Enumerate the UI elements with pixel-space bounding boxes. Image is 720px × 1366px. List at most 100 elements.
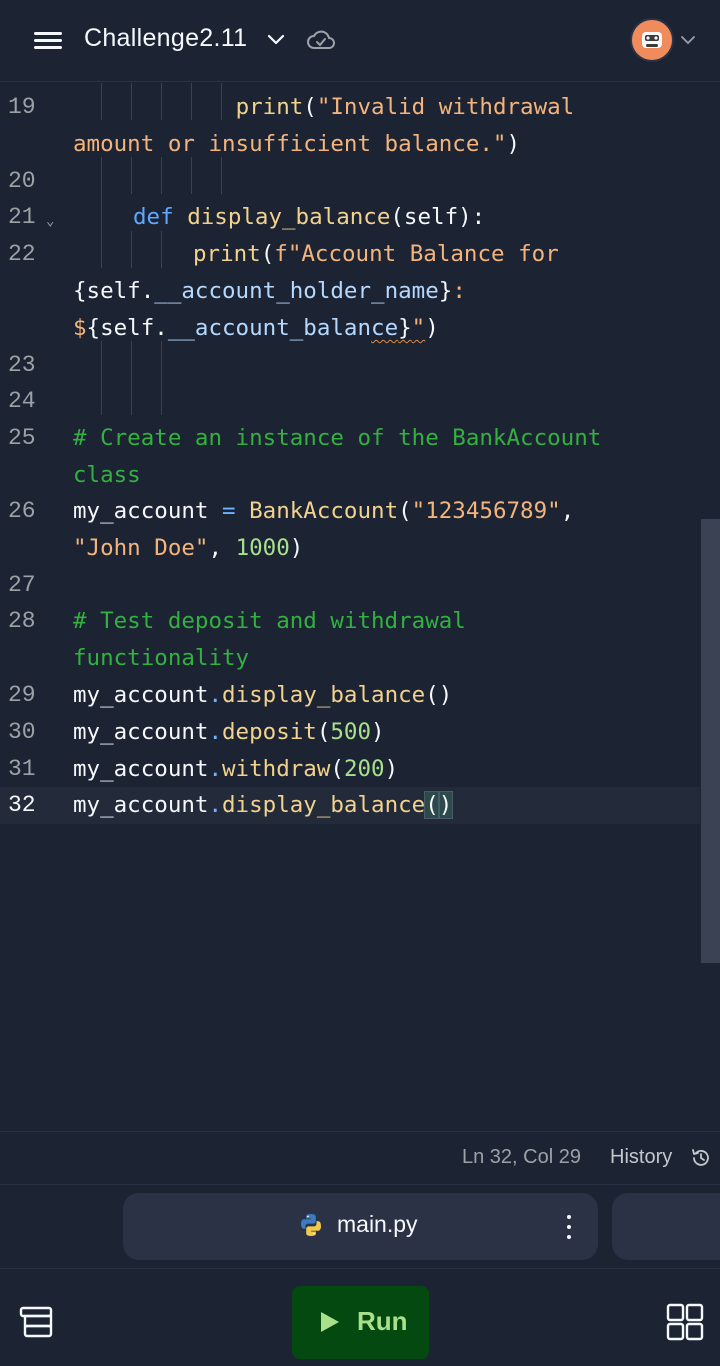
code-line: 30 my_account.deposit(500) [0, 714, 720, 751]
dot: . [208, 792, 223, 818]
string-literal: "123456789" [411, 498, 561, 524]
paren: ) [371, 719, 385, 745]
variable: my_account [73, 682, 209, 708]
number-literal: 200 [343, 756, 385, 782]
line-number: 29 [8, 682, 36, 708]
code-line-wrap: functionality [0, 640, 720, 677]
string-literal: " [411, 315, 426, 341]
paren: ) [425, 315, 439, 341]
paren: ) [506, 131, 521, 157]
chevron-down-icon[interactable] [264, 28, 288, 52]
more-vertical-icon[interactable] [559, 1213, 579, 1241]
cursor-position: Ln 32, Col 29 [462, 1146, 581, 1168]
grid-icon[interactable] [666, 1303, 704, 1341]
variable: my_account [73, 719, 209, 745]
method-call: withdraw [222, 756, 331, 782]
python-icon [301, 1214, 321, 1236]
run-label: Run [357, 1306, 408, 1336]
line-number: 22 [8, 241, 36, 267]
code-line: 26 my_account = BankAccount("123456789", [0, 493, 720, 530]
code-line-wrap: amount or insufficient balance.") [0, 126, 720, 163]
history-icon[interactable] [690, 1147, 712, 1169]
paren: ( [330, 756, 344, 782]
file-tab-main-py[interactable]: main.py [123, 1193, 598, 1260]
cloud-saved-icon[interactable] [306, 26, 336, 56]
paren: ) [289, 535, 304, 561]
number-literal: 1000 [235, 535, 290, 561]
database-icon[interactable] [18, 1304, 54, 1340]
paren: () [425, 682, 453, 708]
code-line: 27 [0, 567, 720, 604]
code-line: 21 ⌄ def display_balance(self): [0, 199, 720, 236]
comma: , [208, 535, 236, 561]
paren: ) [384, 756, 399, 782]
brace: { [73, 278, 87, 304]
string-literal: "Invalid withdrawal [316, 94, 575, 120]
play-icon [321, 1312, 339, 1332]
method-call: display_balance [222, 682, 426, 708]
line-number: 19 [8, 94, 36, 120]
matched-bracket: ( [424, 791, 440, 819]
class-name: BankAccount [249, 498, 399, 524]
string-literal: "John Doe" [73, 535, 209, 561]
code-line: 22 print(f"Account Balance for [0, 236, 720, 273]
avatar[interactable] [630, 18, 674, 62]
chevron-down-icon[interactable] [678, 30, 698, 50]
operator: = [208, 498, 250, 524]
variable: my_account [73, 498, 209, 524]
paren: ( [260, 241, 275, 267]
code-line: 31 my_account.withdraw(200) [0, 751, 720, 788]
comment: functionality [73, 645, 250, 671]
line-number: 25 [8, 425, 36, 451]
paren: ( [316, 719, 331, 745]
paren: ( [398, 498, 412, 524]
comment: class [73, 462, 141, 488]
line-number: 23 [8, 352, 36, 378]
line-number: 21 [8, 204, 36, 230]
line-number: 20 [8, 168, 36, 194]
code-line: 28 # Test deposit and withdrawal [0, 603, 720, 640]
code-line: 25 # Create an instance of the BankAccou… [0, 420, 720, 457]
editor-scrollbar[interactable] [701, 519, 720, 963]
paren: ( [303, 94, 317, 120]
lint-warning[interactable]: ce [371, 315, 398, 341]
builtin-print: print [193, 241, 261, 267]
function-name: display_balance [187, 204, 391, 230]
history-button[interactable]: History [610, 1146, 672, 1169]
line-number: 24 [8, 388, 36, 414]
variable: my_account [73, 756, 209, 782]
code-line-wrap: "John Doe", 1000) [0, 530, 720, 567]
matched-bracket: ) [437, 791, 454, 819]
code-line: 19 print("Invalid withdrawal [0, 89, 720, 126]
line-number: 28 [8, 608, 36, 634]
fold-chevron-icon[interactable]: ⌄ [46, 203, 54, 240]
number-literal: 500 [330, 719, 372, 745]
status-bar: Ln 32, Col 29 History [0, 1131, 720, 1185]
variable: my_account [73, 792, 209, 818]
header: Challenge2.11 [0, 0, 720, 82]
string-literal: $ [73, 315, 87, 341]
file-tab-secondary[interactable] [612, 1193, 720, 1260]
menu-icon[interactable] [34, 29, 62, 51]
fstring-literal: f"Account Balance for [274, 241, 559, 267]
comment: # Test deposit and withdrawal [73, 608, 466, 634]
avatar-image [642, 32, 662, 48]
attribute: __account_holder_name [154, 278, 439, 304]
code-editor[interactable]: 19 print("Invalid withdrawal amount or i… [0, 83, 720, 1131]
brace: } [438, 278, 453, 304]
dot: . [208, 756, 223, 782]
bottom-toolbar: Run [0, 1268, 720, 1366]
code-line-wrap: class [0, 457, 720, 494]
repl-title[interactable]: Challenge2.11 [84, 24, 247, 53]
self-ref: self. [100, 315, 168, 341]
string-literal: : [452, 278, 466, 304]
line-number: 32 [8, 792, 36, 818]
brace: } [398, 315, 412, 341]
run-button[interactable]: Run [292, 1286, 429, 1359]
self-ref: self. [86, 278, 155, 304]
comma: , [560, 498, 575, 524]
code-line: 29 my_account.display_balance() [0, 677, 720, 714]
builtin-print: print [235, 94, 304, 120]
code-line-wrap: {self.__account_holder_name}: [0, 273, 720, 310]
